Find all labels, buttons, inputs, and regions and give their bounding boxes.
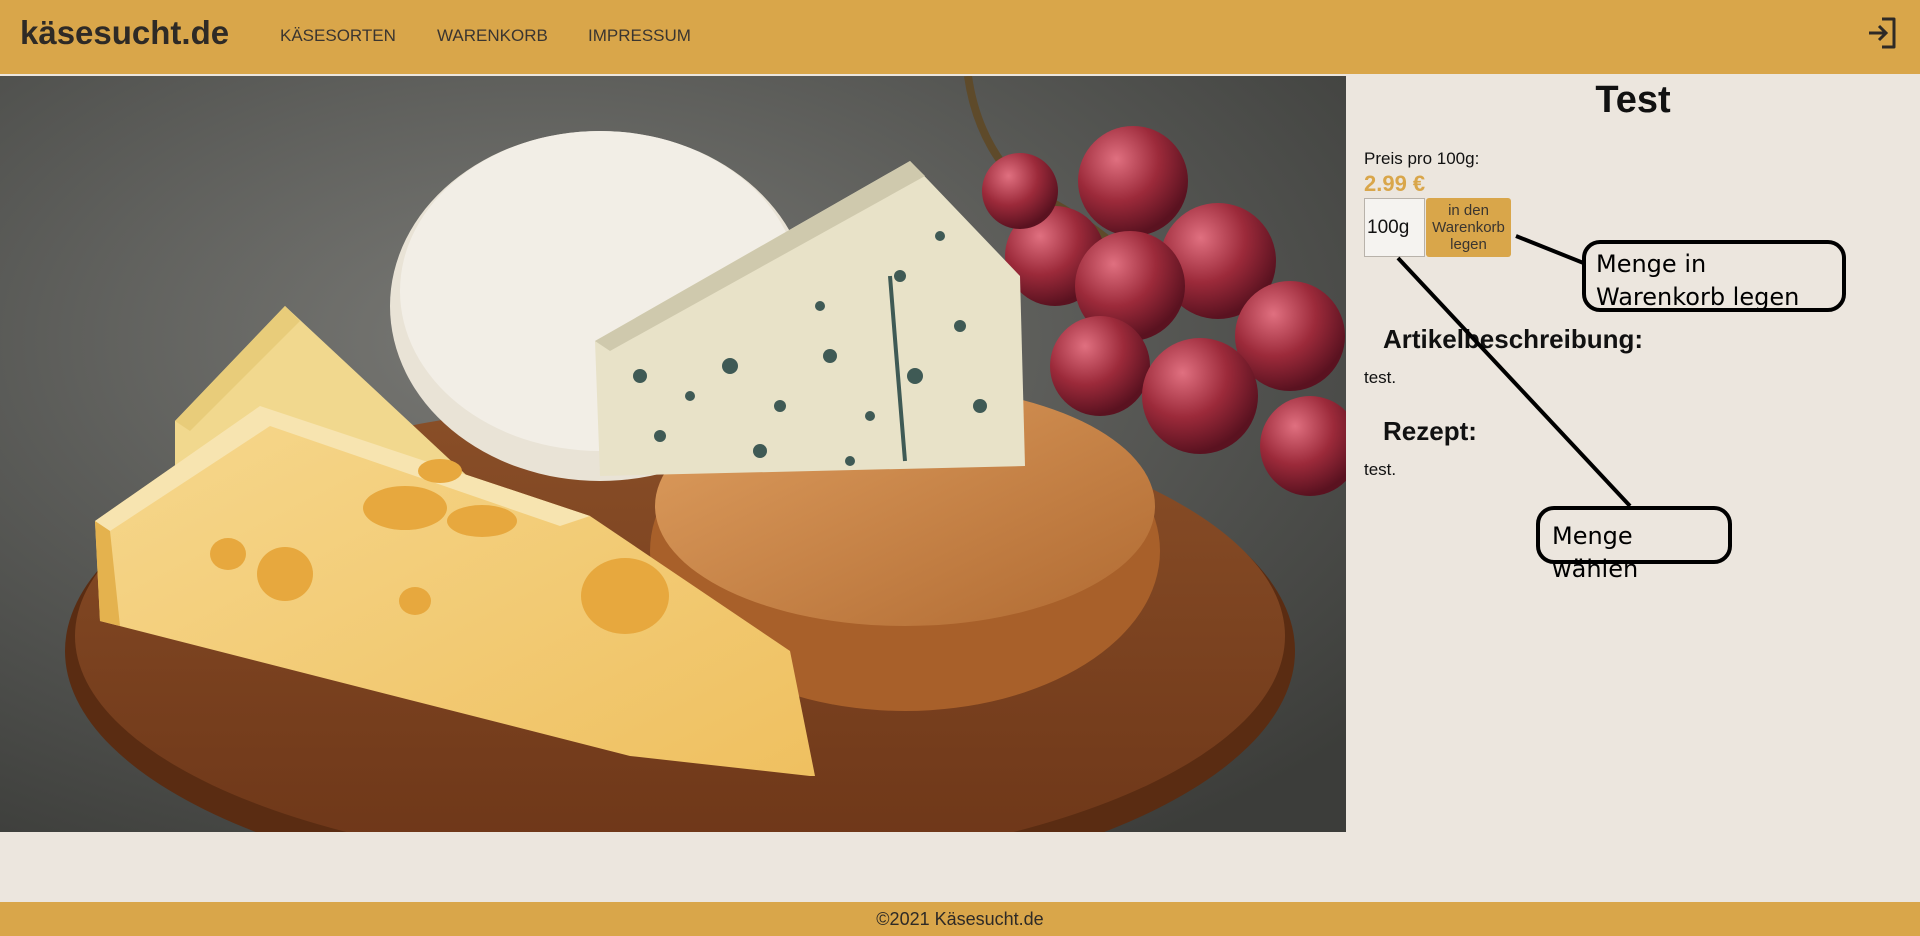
price-label: Preis pro 100g: (1364, 149, 1480, 168)
recipe-text: test. (1364, 460, 1397, 479)
product-title: Test (1595, 79, 1671, 121)
quantity-callout: Menge wählen (1536, 506, 1732, 583)
product-image (0, 76, 1346, 832)
add-to-cart-button[interactable]: in den Warenkorb legen (1426, 198, 1511, 257)
footer: ©2021 Käsesucht.de (0, 902, 1920, 936)
cart-callout: Menge in Warenkorb legen (1582, 240, 1846, 312)
description-heading: Artikelbeschreibung: (1383, 324, 1644, 354)
top-navigation-bar: käsesucht.de KÄSESORTEN WARENKORB IMPRES… (0, 0, 1920, 74)
nav-item-kaesesorten[interactable]: KÄSESORTEN (280, 26, 396, 46)
recipe-heading: Rezept: (1383, 416, 1477, 446)
product-detail-panel: Test Preis pro 100g: 2.99 € in den Waren… (1346, 76, 1920, 832)
nav-item-impressum[interactable]: IMPRESSUM (588, 26, 691, 46)
quantity-input[interactable] (1364, 198, 1425, 257)
description-text: test. (1364, 368, 1397, 387)
copyright-text: ©2021 Käsesucht.de (876, 909, 1044, 929)
nav-item-warenkorb[interactable]: WARENKORB (437, 26, 548, 46)
price-value: 2.99 € (1364, 171, 1426, 196)
login-icon[interactable] (1866, 16, 1898, 50)
cheese-platter-illustration (0, 76, 1346, 832)
site-logo[interactable]: käsesucht.de (20, 14, 229, 52)
